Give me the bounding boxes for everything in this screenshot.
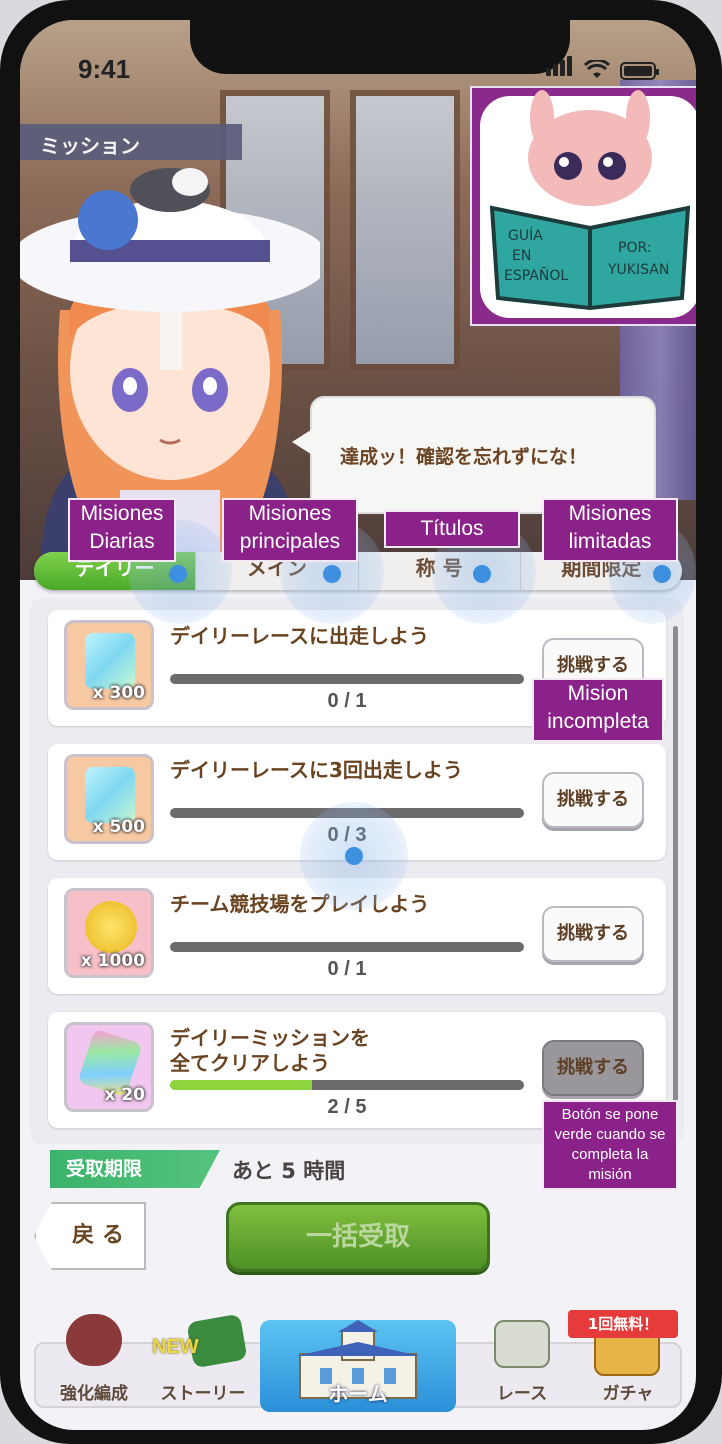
annotation-text: Misiones (80, 502, 164, 525)
llama-illustration (480, 90, 696, 318)
annotation-text: incompleta (547, 710, 649, 733)
annotation-daily: Misiones Diarias (68, 498, 176, 562)
character-avatar-icon (66, 1314, 122, 1366)
screen-title: ミッション (40, 134, 140, 158)
touch-dot (169, 565, 187, 583)
back-button[interactable]: 戻 る (34, 1202, 146, 1270)
new-badge: NEW (152, 1336, 199, 1358)
speech-text: 達成ッ！確認を忘れずにな！ (340, 446, 588, 468)
nav-label: ガチャ (602, 1384, 654, 1404)
annotation-text: Mision (567, 682, 629, 705)
speech-bubble: 達成ッ！確認を忘れずにな！ (292, 396, 656, 514)
ticket-icon (85, 767, 135, 823)
battery-icon (620, 62, 659, 80)
annotation-text: verde cuando se (554, 1126, 666, 1143)
ticket-icon (85, 633, 135, 689)
reward-icon: x 500 (64, 754, 154, 844)
logo-text: YUKISAN (608, 262, 670, 278)
annotation-text: Botón se pone (561, 1106, 659, 1123)
reward-icon: x 1000 (64, 888, 154, 978)
nav-item-gacha[interactable]: ガチャ (576, 1324, 680, 1406)
mission-title: デイリーレースに出走しよう (170, 624, 429, 648)
progress-text: 0 / 1 (327, 958, 367, 980)
touch-dot (323, 565, 341, 583)
nav-label-home: ホーム (328, 1382, 388, 1406)
touch-dot (345, 847, 363, 865)
phone-frame: 9:41 ミッション 達成ッ！確認を忘れずにな！ GUÍA EN ESPAÑOL… (0, 0, 722, 1444)
annotation-text: misión (588, 1166, 632, 1183)
signal-icon (546, 56, 574, 80)
annotation-button-note: Botón se pone verde cuando se completa l… (542, 1100, 678, 1190)
guide-logo: GUÍA EN ESPAÑOL POR: YUKISAN (470, 86, 696, 326)
mission-title: デイリーレースに3回出走しよう (170, 758, 463, 782)
progress-fill (170, 1080, 312, 1090)
gate-icon (494, 1320, 550, 1368)
annotation-text: principales (239, 530, 341, 553)
reward-icon: x 300 (64, 620, 154, 710)
window-decoration (350, 90, 460, 370)
touch-dot (653, 565, 671, 583)
annotation-titles: Títulos (384, 510, 520, 548)
nav-label: ストーリー (160, 1384, 246, 1404)
progress-text: 0 / 1 (327, 690, 367, 712)
logo-text: EN (512, 248, 532, 264)
status-time: 9:41 (78, 54, 131, 84)
reward-quantity: x 300 (92, 683, 145, 703)
app-screen: 9:41 ミッション 達成ッ！確認を忘れずにな！ GUÍA EN ESPAÑOL… (20, 20, 696, 1430)
annotation-text: Diarias (89, 530, 155, 553)
nav-label: 強化編成 (60, 1384, 128, 1404)
annotation-limited: Misiones limitadas (542, 498, 678, 562)
logo-text: GUÍA (508, 228, 543, 244)
notch (190, 20, 570, 74)
reward-quantity: x 20 (104, 1085, 145, 1105)
mission-title: デイリーミッションを 全てクリアしよう (170, 1026, 530, 1076)
annotation-main: Misiones principales (222, 498, 358, 562)
challenge-button[interactable]: 挑戦する (542, 772, 644, 828)
progress-bar (170, 942, 524, 952)
progress-bar (170, 674, 524, 684)
nav-item-race[interactable]: レース (472, 1320, 572, 1406)
reward-icon: x 20 (64, 1022, 154, 1112)
list-scrollbar[interactable] (673, 626, 678, 1126)
screen-title-tag: ミッション (20, 124, 242, 160)
annotation-text: Misiones (248, 502, 332, 525)
annotation-text: Títulos (420, 517, 484, 540)
status-icons (546, 56, 659, 80)
reward-quantity: x 500 (92, 817, 145, 837)
free-gacha-badge: 1回無料！ (568, 1310, 678, 1338)
mission-title-line: デイリーミッションを (170, 1026, 370, 1050)
nav-label: レース (496, 1384, 548, 1404)
logo-text: POR: (618, 240, 652, 256)
progress-text: 2 / 5 (327, 1096, 367, 1118)
annotation-text: limitadas (568, 530, 652, 553)
wifi-icon (584, 60, 610, 78)
challenge-button[interactable]: 挑戦する (542, 906, 644, 962)
annotation-text: Misiones (568, 502, 652, 525)
annotation-incomplete: Mision incompleta (532, 678, 664, 742)
progress-bar (170, 1080, 524, 1090)
annotation-text: completa la (571, 1146, 649, 1163)
logo-text: ESPAÑOL (504, 268, 569, 284)
challenge-button[interactable]: 挑戦する (542, 1040, 644, 1096)
touch-dot (473, 565, 491, 583)
deadline-label: 受取期限 (50, 1150, 220, 1188)
coin-icon (85, 901, 137, 953)
deadline-value: あと 5 時間 (232, 1159, 346, 1183)
claim-all-button[interactable]: 一括受取 (226, 1202, 490, 1272)
reward-quantity: x 1000 (80, 951, 145, 971)
mission-title-line: 全てクリアしよう (170, 1051, 330, 1075)
nav-item-enhance[interactable]: 強化編成 (42, 1314, 146, 1406)
